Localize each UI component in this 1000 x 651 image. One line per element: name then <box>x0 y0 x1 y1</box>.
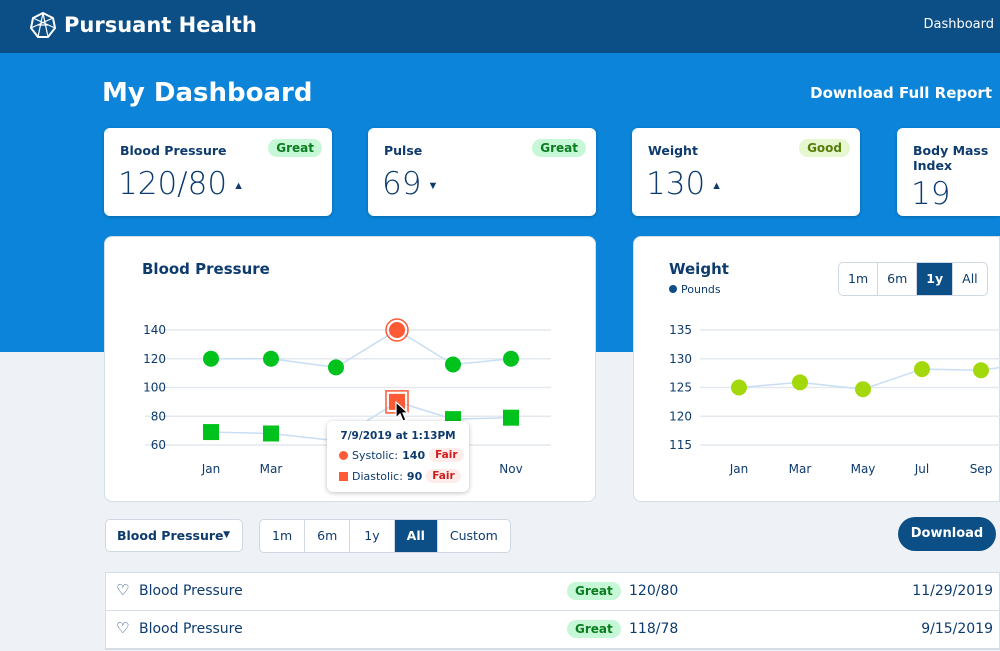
status-badge: Great <box>567 582 621 600</box>
list-range-selector: 1m 6m 1y All Custom <box>259 519 511 553</box>
x-tick-label: Mar <box>789 462 812 476</box>
range-1m[interactable]: 1m <box>260 520 306 552</box>
x-tick-label: May <box>851 462 876 476</box>
data-point <box>203 350 219 367</box>
reading-value: 118/78 <box>629 621 679 637</box>
data-point <box>973 362 989 379</box>
data-point-square <box>503 409 519 426</box>
x-tick-label: Mar <box>260 462 283 476</box>
heart-icon: ♡ <box>116 581 130 599</box>
status-badge: Great <box>567 620 621 638</box>
diastolic-square-icon <box>339 471 348 481</box>
x-tick-label: Nov <box>499 462 522 476</box>
x-tick-label: Sep <box>970 462 993 476</box>
tooltip-diastolic-value: 90 <box>406 469 423 483</box>
data-point-square <box>263 425 279 442</box>
data-point <box>389 322 405 338</box>
y-tick-label: 60 <box>151 438 166 452</box>
data-point <box>503 350 519 367</box>
heart-icon: ♡ <box>116 619 130 637</box>
data-point <box>328 359 344 376</box>
caret-down-icon: ▼ <box>223 530 230 540</box>
data-point <box>914 361 930 378</box>
tooltip-diastolic-label: Diastolic: <box>352 469 403 483</box>
status-badge: Fair <box>429 448 464 462</box>
data-point <box>855 381 871 398</box>
list-item[interactable]: ♡ Blood Pressure Great 118/78 9/15/2019 <box>106 611 999 649</box>
y-tick-label: 140 <box>143 323 166 337</box>
mouse-cursor-icon <box>395 401 409 422</box>
series-line <box>211 329 512 369</box>
y-tick-label: 135 <box>669 323 692 337</box>
list-item[interactable]: ♡ Blood Pressure Great 120/80 11/29/2019 <box>106 573 999 611</box>
chart-tooltip: 7/9/2019 at 1:13PM Systolic: 140 Fair Di… <box>327 421 469 492</box>
reading-name: Blood Pressure <box>139 583 243 599</box>
status-badge: Fair <box>426 469 461 483</box>
y-tick-label: 80 <box>151 409 166 423</box>
tooltip-systolic-value: 140 <box>402 448 426 462</box>
y-tick-label: 120 <box>669 409 692 423</box>
range-all[interactable]: All <box>394 520 438 552</box>
data-point <box>263 350 279 367</box>
y-tick-label: 115 <box>669 438 692 452</box>
x-tick-label: Jul <box>914 462 929 476</box>
range-custom[interactable]: Custom <box>438 520 510 552</box>
reading-name: Blood Pressure <box>139 621 243 637</box>
y-tick-label: 100 <box>143 381 166 395</box>
systolic-circle-icon <box>339 450 348 460</box>
tooltip-date: 7/9/2019 at 1:13PM <box>340 430 456 442</box>
x-tick-label: Jan <box>729 462 749 476</box>
x-tick-label: Jan <box>201 462 221 476</box>
reading-date: 11/29/2019 <box>912 583 993 599</box>
charts-layer: 140 120 100 80 60 Jan Mar Nov 135 130 125 120 115 Jan… <box>143 318 1000 476</box>
y-tick-label: 120 <box>143 352 166 366</box>
download-button[interactable]: Download <box>898 517 996 551</box>
range-1y[interactable]: 1y <box>350 520 395 552</box>
data-point <box>445 356 461 373</box>
reading-value: 120/80 <box>629 583 679 599</box>
reading-date: 9/15/2019 <box>921 621 993 637</box>
tooltip-systolic-label: Systolic: <box>352 448 399 462</box>
data-point-square <box>203 424 219 441</box>
range-6m[interactable]: 6m <box>305 520 351 552</box>
y-tick-label: 130 <box>669 352 692 366</box>
metric-dropdown[interactable]: Blood Pressure ▼ <box>105 519 243 552</box>
metric-dropdown-value: Blood Pressure <box>117 528 224 543</box>
data-point <box>792 374 808 391</box>
data-point <box>731 379 747 396</box>
y-tick-label: 125 <box>669 381 692 395</box>
readings-list: ♡ Blood Pressure Great 120/80 11/29/2019… <box>105 572 1000 650</box>
